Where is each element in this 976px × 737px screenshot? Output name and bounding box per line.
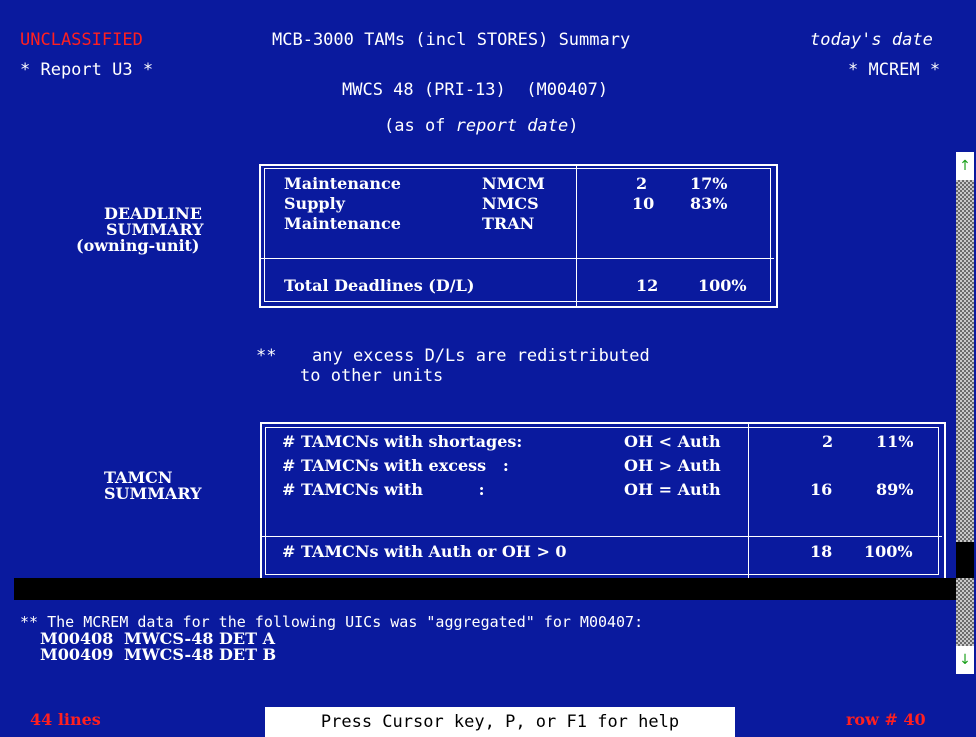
deadline-total-count: 12 [636,276,659,295]
aggregate-line: ** The MCREM data for the following UICs… [20,613,644,631]
help-prompt: Press Cursor key, P, or F1 for help [265,707,735,737]
uic-name: MWCS-48 DET B [124,645,277,664]
deadline-row-category: Supply [284,194,345,213]
scroll-track[interactable] [956,180,974,646]
tamcn-row-condition: OH > Auth [624,456,721,475]
arrow-down-icon[interactable]: ↓ [956,646,974,674]
separator-bar [14,578,956,600]
tamcn-row-count: 2 [822,432,834,451]
deadline-row-code: NMCS [482,194,539,213]
tamcn-total-count: 18 [810,542,833,561]
tamcn-row-label: # TAMCNs with shortages: [282,432,523,451]
arrow-up-icon[interactable]: ↑ [956,152,974,180]
tamcn-row-label: # TAMCNs with : [282,480,485,499]
note-line-2: to other units [300,366,444,386]
deadline-row-code: TRAN [482,214,535,233]
tamcn-row-pct: 89% [876,480,914,499]
tamcn-total-label: # TAMCNs with Auth or OH > 0 [282,542,567,561]
scroll-thumb[interactable] [956,542,974,578]
deadline-row-code: NMCM [482,174,545,193]
deadline-total-label: Total Deadlines (D/L) [284,276,475,295]
deadline-row-category: Maintenance [284,174,401,193]
tamcn-row-label: # TAMCNs with excess : [282,456,509,475]
tamcn-total-pct: 100% [864,542,913,561]
tamcn-summary-label: SUMMARY [104,484,202,503]
unit-heading: MWCS 48 (PRI-13) (M00407) [342,80,609,100]
note-line-1: any excess D/Ls are redistributed [312,346,650,366]
system-name: * MCREM * [848,60,941,80]
classification-label: UNCLASSIFIED [20,30,143,50]
deadline-divider [576,164,577,308]
as-of-line: (as of report date) [384,116,579,136]
deadline-total-pct: 100% [698,276,747,295]
tamcn-divider [748,422,749,582]
tamcn-row-count: 16 [810,480,833,499]
note-marker: ** [256,346,277,366]
report-id: * Report U3 * [20,60,154,80]
deadline-owning-unit-label: (owning-unit) [76,236,200,255]
deadline-row-count: 2 [636,174,648,193]
deadline-total-divider [261,258,774,259]
tamcn-row-pct: 11% [876,432,914,451]
report-title: MCB-3000 TAMs (incl STORES) Summary [272,30,631,50]
row-indicator: row # 40 [846,710,926,729]
vertical-scrollbar[interactable]: ↑ ↓ [956,152,974,674]
deadline-row-pct: 83% [690,194,728,213]
tamcn-total-divider [262,536,942,537]
deadline-row-category: Maintenance [284,214,401,233]
tamcn-row-condition: OH = Auth [624,480,721,499]
deadline-row-count: 10 [632,194,655,213]
line-count: 44 lines [30,710,101,729]
uic-code: M00409 [40,645,114,664]
tamcn-row-condition: OH < Auth [624,432,721,451]
deadline-row-pct: 17% [690,174,728,193]
today-date: today's date [810,30,933,50]
